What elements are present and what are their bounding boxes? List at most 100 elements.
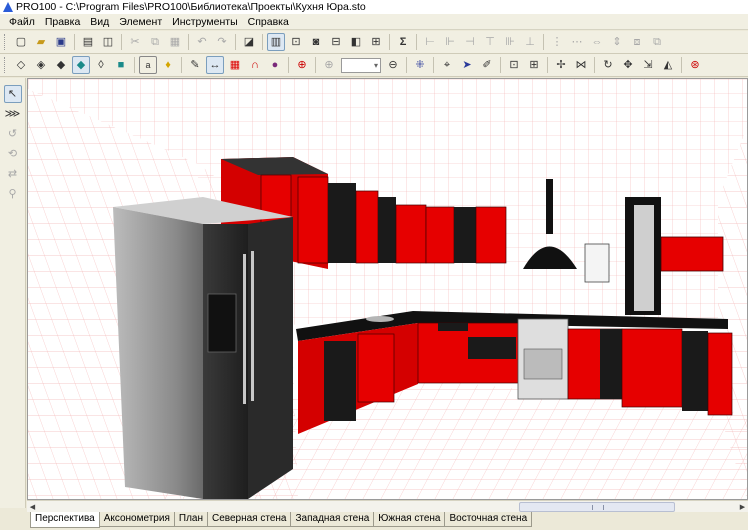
same-width-icon[interactable]: ⇔ [588, 33, 606, 51]
menu-tools[interactable]: Инструменты [167, 14, 242, 30]
mirror-icon[interactable]: ⋈ [572, 56, 590, 74]
paste-icon[interactable]: ▦ [166, 33, 184, 51]
scrollbar-thumb[interactable] [519, 502, 675, 512]
tab-axonometry[interactable]: Аксонометрия [98, 512, 175, 527]
perspective-icon[interactable]: ■ [112, 56, 130, 74]
transform-icon[interactable]: ⊡ [505, 56, 523, 74]
copy-icon[interactable]: ⧉ [146, 33, 164, 51]
perspective-viewport[interactable] [27, 78, 748, 500]
tab-east-wall[interactable]: Восточная стена [444, 512, 533, 527]
box-icon[interactable]: ⊞ [525, 56, 543, 74]
align-middle-icon[interactable]: ⊪ [501, 33, 519, 51]
refrigerator-handle [243, 254, 246, 404]
snap-icon[interactable]: ⁜ [411, 56, 429, 74]
report-icon[interactable]: ◧ [347, 33, 365, 51]
distribute-h-icon[interactable]: ⋮ [548, 33, 566, 51]
grid-icon[interactable]: ▦ [226, 56, 244, 74]
target-icon[interactable]: ⊕ [293, 56, 311, 74]
tab-west-wall[interactable]: Западная стена [290, 512, 375, 527]
wireframe-icon[interactable]: ◇ [12, 56, 30, 74]
select-icon[interactable]: ⌖ [438, 56, 456, 74]
scale-icon[interactable]: ⇲ [639, 56, 657, 74]
tab-plan[interactable]: План [173, 512, 208, 527]
menu-element[interactable]: Элемент [114, 14, 167, 30]
walls-icon[interactable]: ⋙ [4, 105, 22, 123]
zoom-icon[interactable]: ⚲ [4, 185, 22, 203]
new-icon[interactable]: ▢ [12, 33, 30, 51]
lower-cabinet-door [621, 328, 683, 408]
lower-cabinet-drawer [438, 323, 468, 331]
move-icon[interactable]: ✢ [552, 56, 570, 74]
main-toolbar: ▢ ▰ ▣ ▤ ◫ ✂ ⧉ ▦ ↶ ↷ ◪ ▥ ⊡ ◙ ⊟ ◧ ⊞ Σ ⊢ ⊩ … [0, 31, 748, 54]
menu-edit[interactable]: Правка [40, 14, 85, 30]
edit-icon[interactable]: ✐ [478, 56, 496, 74]
separator [500, 57, 501, 73]
shaded-icon[interactable]: ◆ [52, 56, 70, 74]
same-height-icon[interactable]: ⇕ [608, 33, 626, 51]
align-bottom-icon[interactable]: ⊥ [521, 33, 539, 51]
scroll-left-icon[interactable]: ◀ [27, 502, 38, 512]
align-center-icon[interactable]: ⊩ [441, 33, 459, 51]
pan-icon[interactable]: ⇄ [4, 165, 22, 183]
scroll-right-icon[interactable]: ▶ [737, 502, 748, 512]
save-icon[interactable]: ▣ [52, 33, 70, 51]
align-right-icon[interactable]: ⊣ [461, 33, 479, 51]
solid-icon[interactable]: ◆ [72, 56, 90, 74]
properties-icon[interactable]: ◪ [240, 33, 258, 51]
help-icon[interactable]: ⊛ [686, 56, 704, 74]
texture-icon[interactable]: ◊ [92, 56, 110, 74]
distribute-v-icon[interactable]: ⋯ [568, 33, 586, 51]
tab-south-wall[interactable]: Южная стена [373, 512, 446, 527]
rotate-view-icon[interactable]: ↺ [4, 125, 22, 143]
lower-cabinet-door [357, 333, 395, 403]
materials-icon[interactable]: ✎ [186, 56, 204, 74]
tab-north-wall[interactable]: Северная стена [206, 512, 292, 527]
select-icon[interactable]: ↖ [3, 85, 22, 103]
zoom-out-icon[interactable]: ⊖ [384, 56, 402, 74]
group-icon[interactable]: ⧈ [628, 33, 646, 51]
separator [188, 34, 189, 50]
open-icon[interactable]: ▰ [32, 33, 50, 51]
menu-help[interactable]: Справка [243, 14, 294, 30]
measure-icon[interactable]: ↔ [206, 56, 224, 74]
toolbar-grip[interactable] [4, 57, 8, 73]
stove-oven [523, 348, 563, 380]
zoom-select[interactable]: ▾ [341, 57, 381, 73]
text-icon[interactable]: a [139, 56, 157, 74]
separator [389, 34, 390, 50]
lower-cabinet-door [707, 332, 733, 416]
stretch-icon[interactable]: ◭ [659, 56, 677, 74]
menu-view[interactable]: Вид [85, 14, 114, 30]
move-all-icon[interactable]: ✥ [619, 56, 637, 74]
menu-bar: Файл Правка Вид Элемент Инструменты Спра… [0, 14, 748, 30]
undo-icon[interactable]: ↶ [193, 33, 211, 51]
preview-icon[interactable]: ◫ [99, 33, 117, 51]
view-icon[interactable]: ▥ [267, 33, 285, 51]
align-top-icon[interactable]: ⊤ [481, 33, 499, 51]
export-icon[interactable]: ⊞ [367, 33, 385, 51]
orbit-icon[interactable]: ⟲ [4, 145, 22, 163]
tab-perspective[interactable]: Перспектива [30, 512, 100, 528]
dimensions-icon[interactable]: ⊟ [327, 33, 345, 51]
ungroup-icon[interactable]: ⧉ [648, 33, 666, 51]
pointer-icon[interactable]: ➤ [458, 56, 476, 74]
light-icon[interactable]: ♦ [159, 56, 177, 74]
align-left-icon[interactable]: ⊢ [421, 33, 439, 51]
sum-icon[interactable]: Σ [394, 33, 412, 51]
lower-cabinet-drawer [468, 337, 516, 359]
zoom-window-icon[interactable]: ⊡ [287, 33, 305, 51]
upper-cabinet-glass [328, 183, 356, 263]
hidden-line-icon[interactable]: ◈ [32, 56, 50, 74]
sink [366, 316, 394, 322]
magnet-icon[interactable]: ∩ [246, 56, 264, 74]
cut-icon[interactable]: ✂ [126, 33, 144, 51]
print-icon[interactable]: ▤ [79, 33, 97, 51]
texture-ball-icon[interactable]: ● [266, 56, 284, 74]
toolbar-grip[interactable] [4, 34, 8, 50]
redo-icon[interactable]: ↷ [213, 33, 231, 51]
horizontal-scrollbar[interactable]: ◀ ▶ [27, 500, 748, 512]
menu-file[interactable]: Файл [4, 14, 40, 30]
zoom-in-icon[interactable]: ⊕ [320, 56, 338, 74]
camera-icon[interactable]: ◙ [307, 33, 325, 51]
rotate-icon[interactable]: ↻ [599, 56, 617, 74]
